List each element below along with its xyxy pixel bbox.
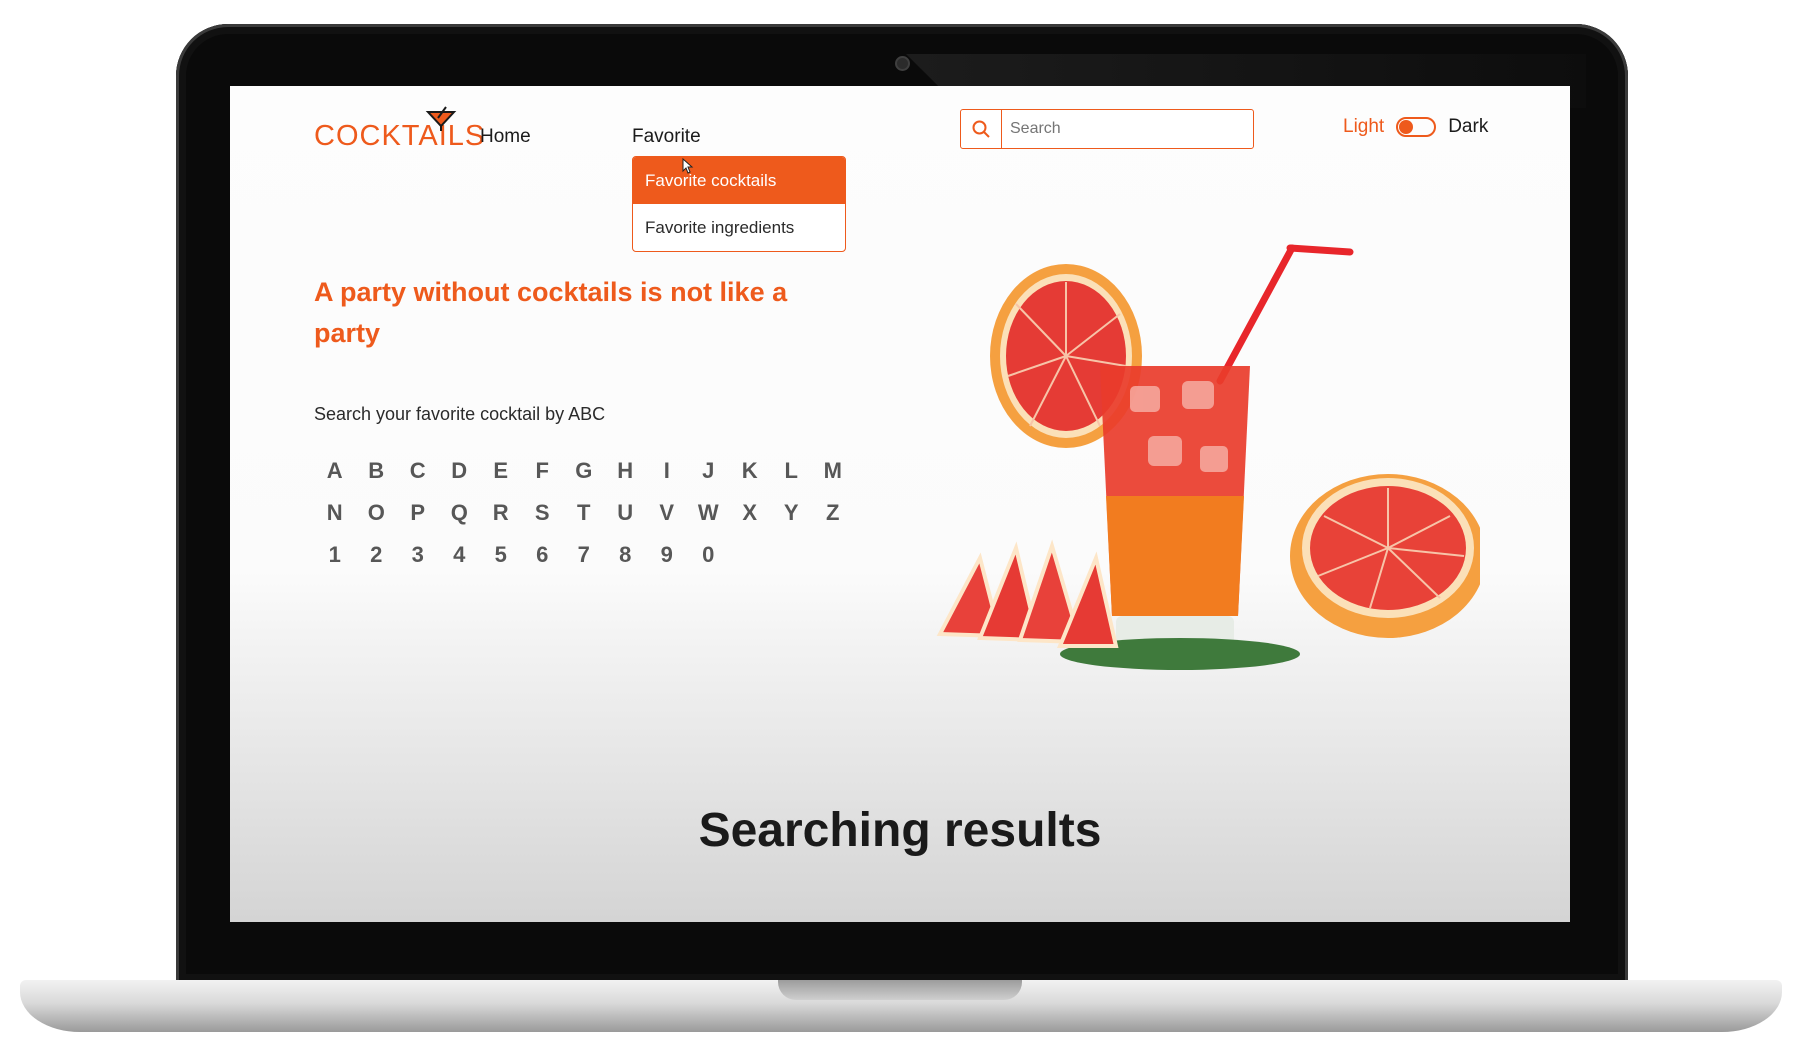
theme-dark-label: Dark [1448,116,1489,137]
hero-headline: A party without cocktails is not like a … [314,277,788,348]
theme-switcher: Light Dark [1343,116,1488,138]
dropdown-item-favorite-cocktails[interactable]: Favorite cocktails [633,157,845,204]
letter-m[interactable]: M [812,456,854,486]
letter-a[interactable]: A [314,456,356,486]
letter-u[interactable]: U [605,498,647,528]
cocktail-glass-icon [425,106,457,131]
letter-r[interactable]: R [480,498,522,528]
browser-screen: COCKTAILS Home Favorite Favorite cocktai… [230,86,1570,922]
letter-k[interactable]: K [729,456,771,486]
favorite-dropdown: Favorite cocktails Favorite ingredients [632,156,846,252]
letter-g[interactable]: G [563,456,605,486]
letter-7[interactable]: 7 [563,540,605,570]
letter-5[interactable]: 5 [480,540,522,570]
search-icon [972,120,990,138]
nav-favorite[interactable]: Favorite [632,126,701,148]
theme-toggle[interactable] [1396,117,1437,137]
laptop-notch [778,980,1022,1000]
letter-l[interactable]: L [771,456,813,486]
letter-h[interactable]: H [605,456,647,486]
toggle-knob [1399,120,1414,134]
letter-o[interactable]: O [356,498,398,528]
letter-i[interactable]: I [646,456,688,486]
letter-e[interactable]: E [480,456,522,486]
letter-6[interactable]: 6 [522,540,564,570]
letter-q[interactable]: Q [439,498,481,528]
dropdown-item-favorite-ingredients[interactable]: Favorite ingredients [633,204,845,251]
letter-1[interactable]: 1 [314,540,356,570]
letter-n[interactable]: N [314,498,356,528]
letter-8[interactable]: 8 [605,540,647,570]
letter-3[interactable]: 3 [397,540,439,570]
letter-f[interactable]: F [522,456,564,486]
letter-z[interactable]: Z [812,498,854,528]
letter-b[interactable]: B [356,456,398,486]
alphabet-filter: ABCDEFGHIJKLMNOPQRSTUVWXYZ1234567890 [314,456,842,570]
letter-v[interactable]: V [646,498,688,528]
site-logo[interactable]: COCKTAILS [314,120,485,153]
letter-x[interactable]: X [729,498,771,528]
results-title: Searching results [698,804,1102,857]
theme-light-label: Light [1343,116,1385,137]
letter-2[interactable]: 2 [356,540,398,570]
letter-t[interactable]: T [563,498,605,528]
letter-w[interactable]: W [688,498,730,528]
letter-y[interactable]: Y [771,498,813,528]
search-button[interactable] [961,110,1002,148]
mouse-cursor-icon [682,158,694,174]
nav-home[interactable]: Home [480,126,531,148]
letter-9[interactable]: 9 [646,540,688,570]
search-bar [960,109,1254,149]
letter-p[interactable]: P [397,498,439,528]
letter-j[interactable]: J [688,456,730,486]
letter-c[interactable]: C [397,456,439,486]
letter-s[interactable]: S [522,498,564,528]
hero-subtext: Search your favorite cocktail by ABC [314,404,606,424]
search-input[interactable] [1002,110,1253,148]
letter-0[interactable]: 0 [688,540,730,570]
camera-icon [895,56,910,71]
letter-4[interactable]: 4 [439,540,481,570]
cocktail-hero-image [936,244,1480,670]
letter-d[interactable]: D [439,456,481,486]
